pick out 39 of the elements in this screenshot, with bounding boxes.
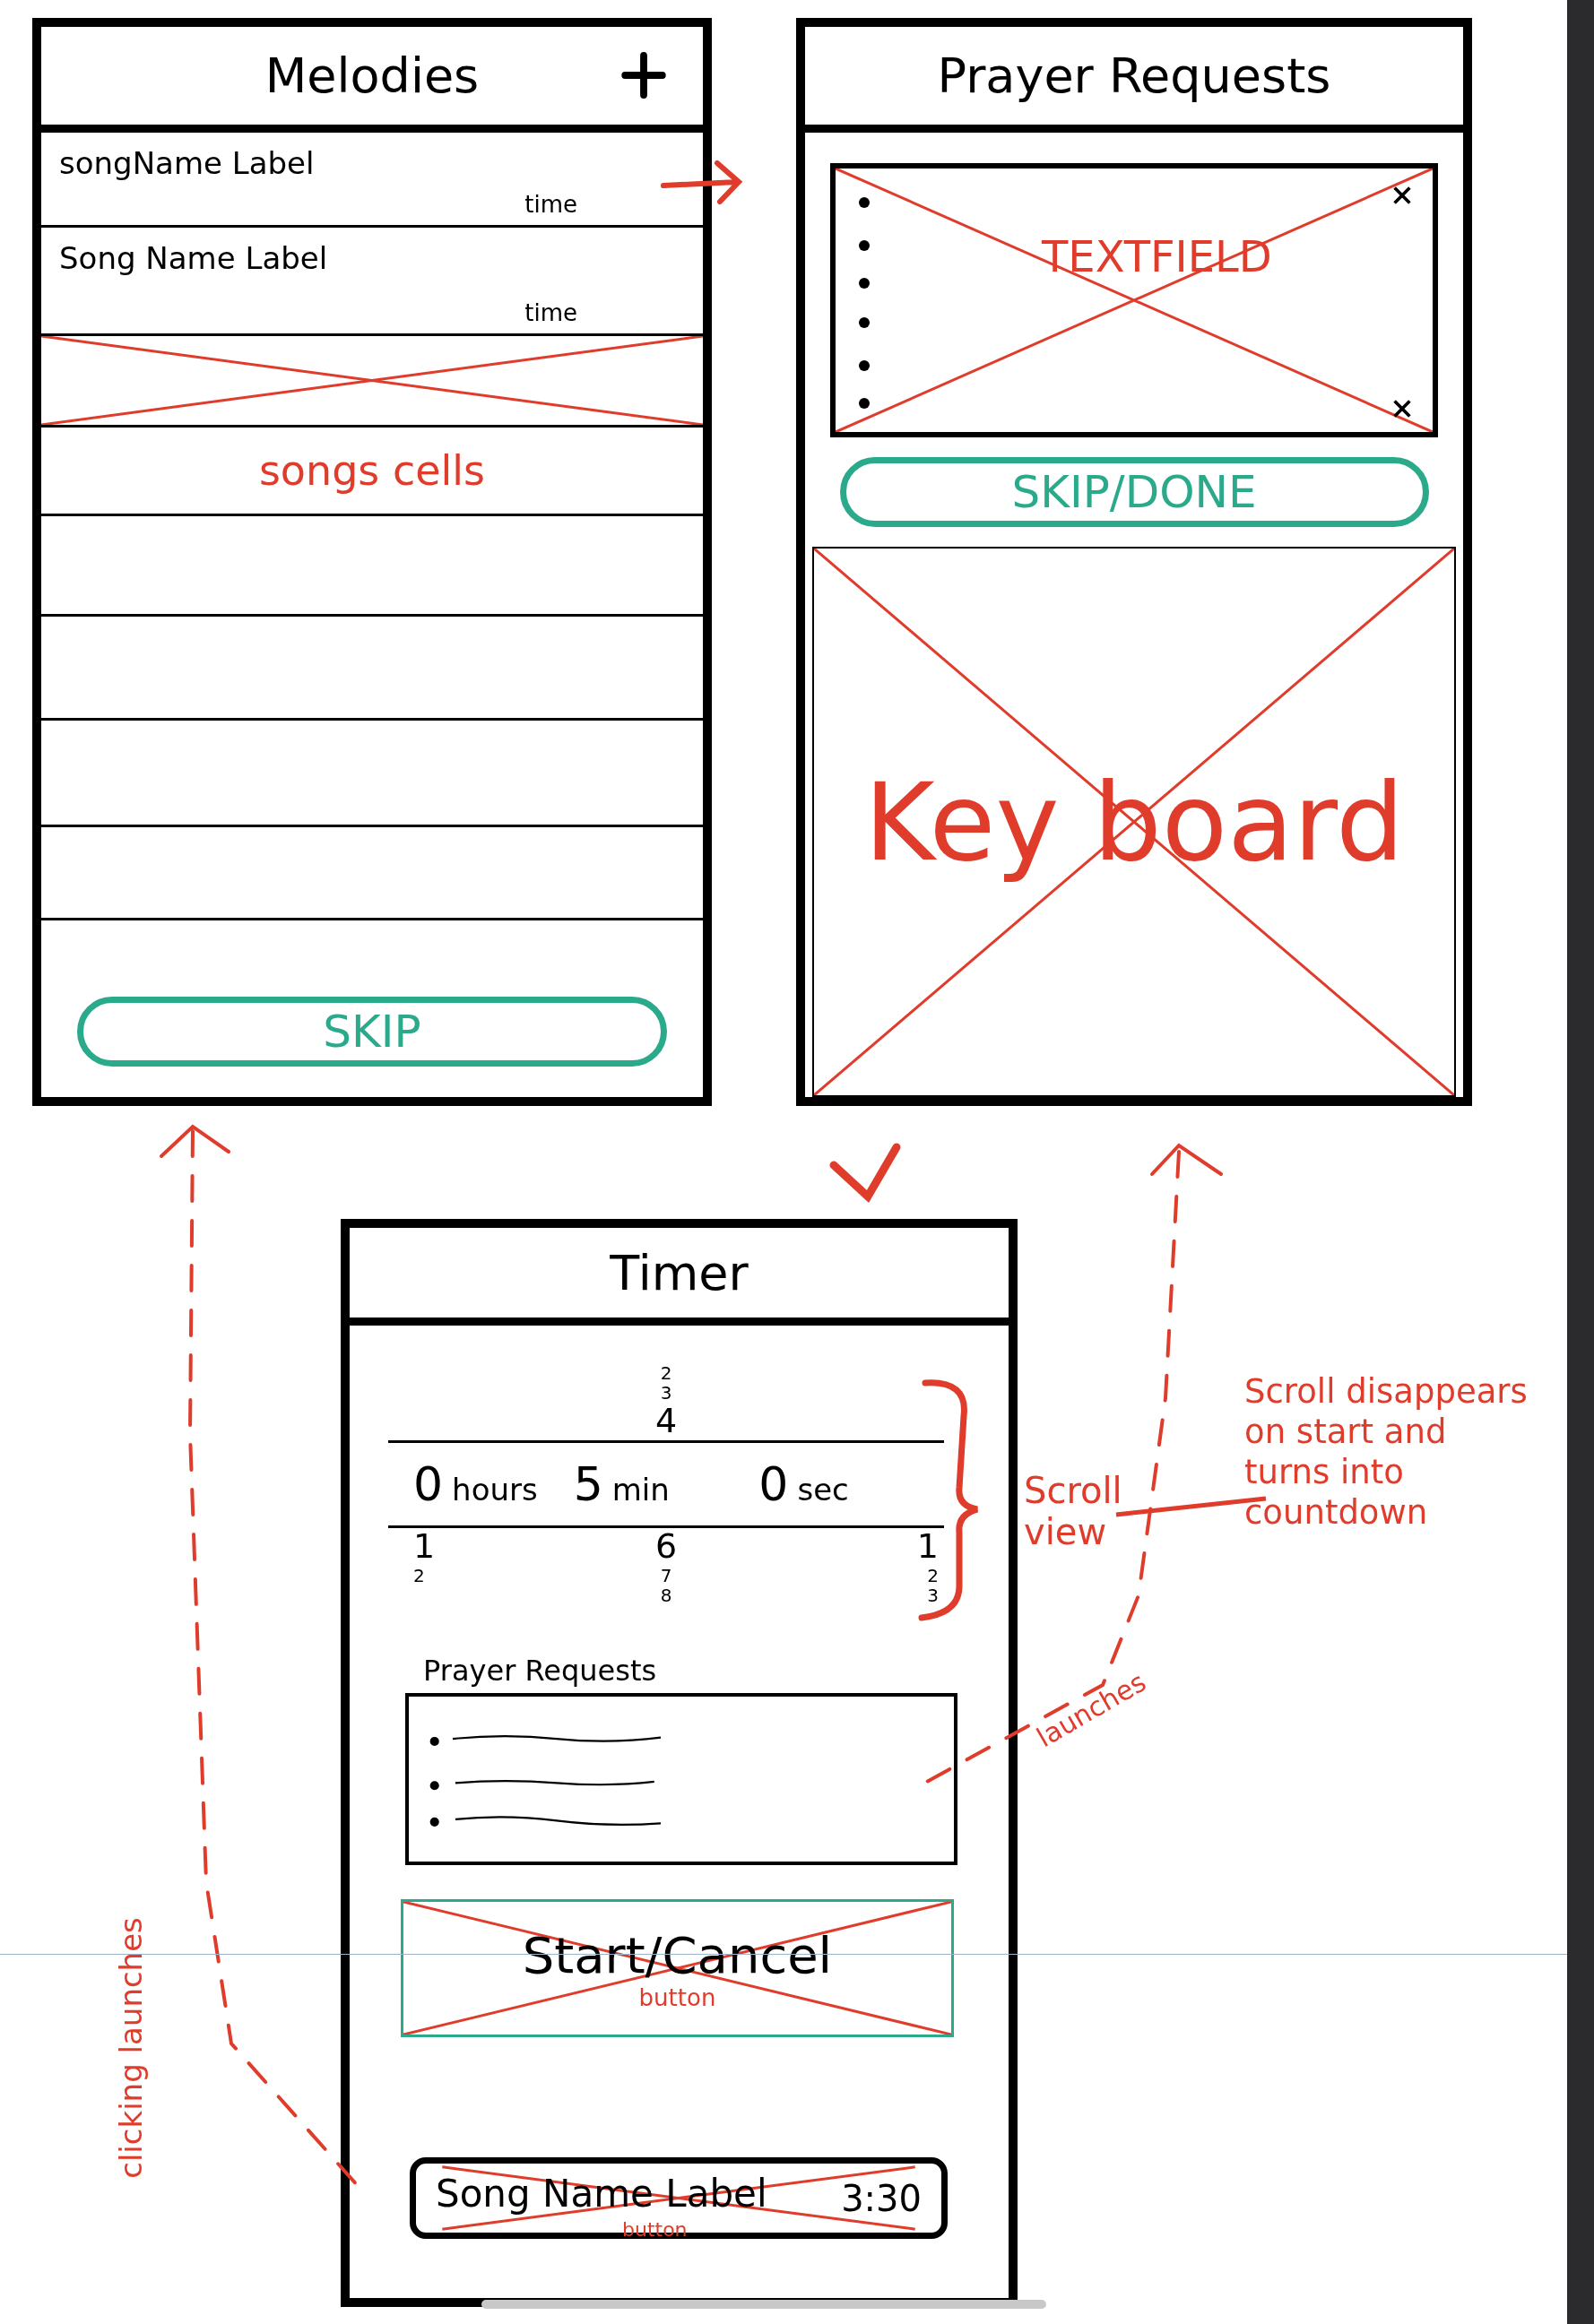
picker-value: 0 [413,1457,444,1511]
picker-number: 3 [927,1585,939,1605]
picker-number: 3 [660,1383,672,1404]
picker-number: 7 [660,1565,672,1585]
song-name: songName Label [59,145,315,181]
x-mark-icon [1391,398,1413,419]
song-cell[interactable]: Song Name Label time [41,228,703,336]
picker-unit: sec [797,1472,849,1508]
song-cell[interactable]: songName Label time [41,133,703,228]
requests-list-box[interactable] [405,1693,957,1865]
picker-number: 1 [413,1528,437,1566]
x-mark-icon [1391,185,1413,206]
picker-selection-row[interactable]: 0 hours 5 min 0 sec [388,1440,944,1528]
picker-value: 0 [758,1457,789,1511]
song-name: Song Name Label [59,240,328,276]
picker-number: 2 [927,1565,939,1585]
scroll-bar[interactable] [481,2300,1046,2309]
annotation-text: button [638,1983,716,2011]
annotation-text: clicking launches [112,1917,149,2179]
picker-unit: hours [452,1472,538,1508]
screen-title: Prayer Requests [937,48,1331,104]
screen-title: Timer [610,1244,749,1301]
song-time: time [524,191,577,218]
song-time: time [524,299,577,326]
annotation-text: Scroll disappears on start and turns into countdown [1244,1371,1528,1533]
picker-unit: min [611,1472,670,1508]
screen-title: Melodies [264,48,480,104]
annotation-text: songs cells [258,446,486,495]
picker-number: 1 [916,1528,939,1566]
picker-number: 2 [660,1363,672,1384]
add-icon[interactable] [620,52,667,99]
picker-value: 5 [573,1457,603,1511]
picker-number: 4 [654,1403,678,1440]
picker-number: 6 [654,1528,678,1566]
annotation-text: Scroll view [1024,1470,1123,1552]
section-label: Prayer Requests [423,1654,657,1688]
picker-number: 2 [413,1565,426,1585]
picker-number: 8 [660,1585,672,1605]
song-time: 3:30 [841,2177,922,2219]
